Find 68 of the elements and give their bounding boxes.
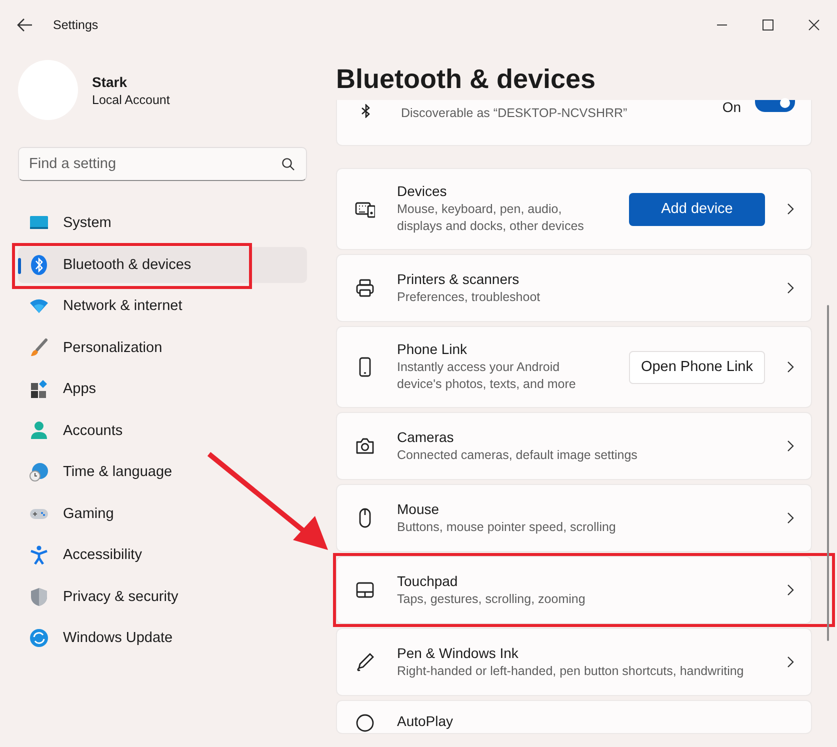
globe-clock-icon [29, 462, 49, 482]
autoplay-icon [355, 713, 375, 733]
card-title: Pen & Windows Ink [397, 644, 520, 660]
sidebar-item[interactable]: Windows Update [18, 620, 307, 656]
card-description: Buttons, mouse pointer speed, scrolling [397, 518, 617, 536]
chevron-icon [785, 655, 795, 669]
settings-card[interactable]: Touchpad Taps, gestures, scrolling, zooming [336, 556, 812, 624]
chevron-icon [785, 202, 795, 216]
card-description: Taps, gestures, scrolling, zooming [397, 590, 586, 608]
settings-card[interactable]: Mouse Buttons, mouse pointer speed, scrolling [336, 484, 812, 552]
sidebar-item[interactable]: System [18, 205, 307, 241]
settings-card[interactable]: Devices Mouse, keyboard, pen, audio, displays and docks, other devices Add device [336, 168, 812, 250]
back-icon[interactable] [16, 16, 34, 34]
chevron-icon [785, 281, 795, 295]
scrollbar[interactable] [827, 305, 829, 641]
card-description: Instantly access your Android device's photos, texts, and more [397, 359, 577, 393]
card-title: Touchpad [397, 572, 459, 588]
sidebar-item[interactable]: Time & language [18, 454, 307, 490]
settings-card[interactable]: Pen & Windows Ink Right-handed or left-handed, pen button shortcuts, handwriting [336, 628, 812, 696]
sidebar-item[interactable]: Privacy & security [18, 578, 307, 614]
settings-card[interactable]: Printers & scanners Preferences, troubleshoot [336, 254, 812, 322]
page-title: Bluetooth & devices [336, 63, 597, 96]
card-description: Right-handed or left-handed, pen button shortcuts, handwriting [397, 662, 745, 680]
card-title: AutoPlay [397, 713, 454, 729]
sidebar-item[interactable]: Accessibility [18, 537, 307, 573]
chevron-icon [785, 583, 795, 597]
search-icon [281, 157, 295, 171]
sidebar-item[interactable]: Personalization [18, 330, 307, 366]
settings-card[interactable]: Phone Link Instantly access your Android device's photos, texts, and more Open Phone Link [336, 326, 812, 408]
card-description: Connected cameras, default image settings [397, 446, 638, 464]
window-title: Settings [53, 18, 98, 32]
paintbrush-icon [29, 338, 49, 358]
card-description: Mouse, keyboard, pen, audio, displays and docks, other devices [397, 201, 585, 235]
apps-icon [29, 379, 49, 399]
sidebar-item[interactable]: Gaming [18, 496, 307, 532]
sidebar-item[interactable]: Accounts [18, 412, 307, 448]
bluetooth-icon [29, 254, 49, 274]
account-type: Local Account [92, 92, 170, 106]
card-title: Cameras [397, 428, 455, 444]
selection-indicator [18, 258, 21, 274]
update-icon [29, 628, 49, 648]
search-field[interactable]: Find a setting [18, 147, 307, 181]
person-icon [29, 420, 49, 440]
printer-icon [355, 278, 375, 298]
settings-card[interactable]: Cameras Connected cameras, default image settings [336, 412, 812, 480]
add-device-button[interactable]: Add device [629, 192, 765, 226]
toggle-label: On [722, 100, 741, 114]
settings-card[interactable]: AutoPlay [336, 700, 812, 734]
sidebar-item[interactable]: Bluetooth & devices [18, 246, 307, 282]
accessibility-icon [29, 545, 49, 565]
sidebar-item[interactable]: Apps [18, 371, 307, 407]
shield-icon [29, 586, 49, 606]
sidebar-item[interactable]: Network & internet [18, 288, 307, 324]
open-app-button[interactable]: Open Phone Link [628, 350, 765, 384]
camera-icon [355, 436, 375, 456]
chevron-icon [785, 439, 795, 453]
card-title: Devices [397, 183, 448, 199]
card-description: Preferences, troubleshoot [397, 288, 542, 306]
pen-icon [355, 652, 375, 672]
card-title: Mouse [397, 500, 440, 516]
chevron-icon [785, 360, 795, 374]
card-title: Phone Link [397, 341, 468, 357]
chevron-icon [785, 511, 795, 525]
toggle-switch[interactable] [755, 100, 795, 112]
touchpad-icon [355, 580, 375, 600]
user-name: Stark [92, 74, 128, 90]
card-title: Printers & scanners [397, 270, 520, 286]
bluetooth-status: Discoverable as “DESKTOP-NCVSHRR” [401, 106, 628, 120]
